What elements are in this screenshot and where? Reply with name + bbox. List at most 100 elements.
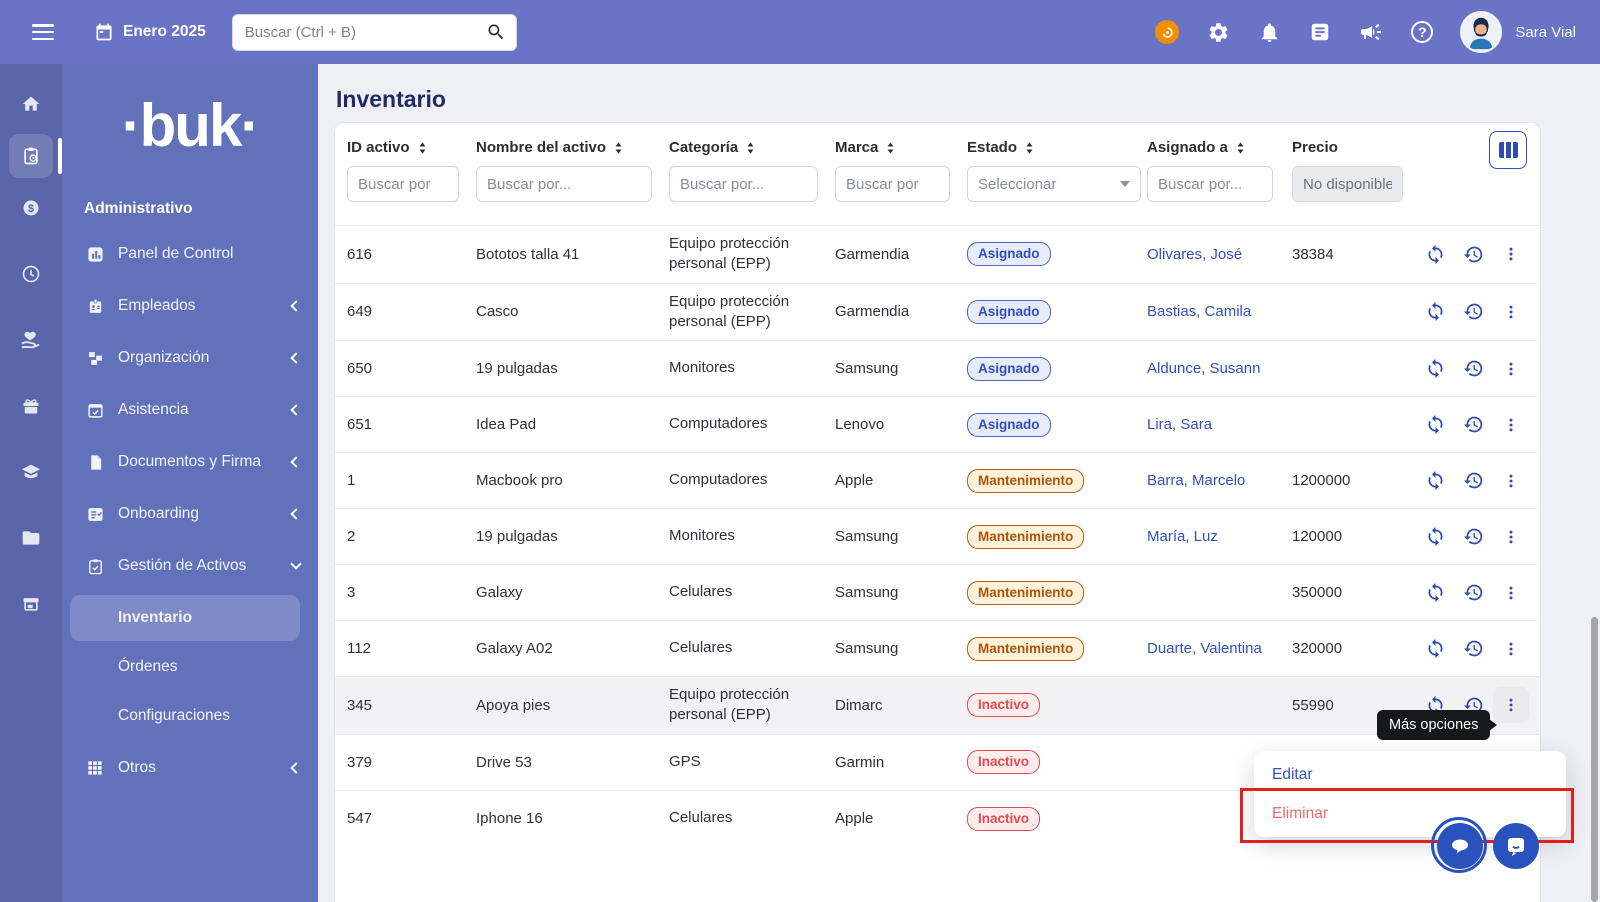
chevron-left-icon xyxy=(290,508,302,520)
chevron-left-icon xyxy=(290,300,302,312)
sync-icon[interactable] xyxy=(1424,582,1446,604)
sync-icon[interactable] xyxy=(1424,638,1446,660)
search-input[interactable] xyxy=(231,13,517,51)
more-options-kebab-icon[interactable] xyxy=(1500,470,1522,492)
files-folder-icon[interactable] xyxy=(9,516,53,560)
gifts-icon[interactable] xyxy=(9,384,53,428)
date-label: Enero 2025 xyxy=(123,23,206,40)
news-icon[interactable] xyxy=(1307,19,1333,45)
filter-asignado-input[interactable] xyxy=(1147,166,1273,202)
cell-brand: Samsung xyxy=(835,584,899,601)
table-row: 616 Bototos talla 41 Equipo protección p… xyxy=(335,226,1540,284)
sidebar-item-documentos-y-firma[interactable]: Documentos y Firma xyxy=(62,436,318,488)
sync-icon[interactable] xyxy=(1424,358,1446,380)
cell-brand: Samsung xyxy=(835,360,899,377)
sync-icon[interactable] xyxy=(1424,526,1446,548)
benefits-icon[interactable] xyxy=(9,318,53,362)
assigned-link[interactable]: Bastias, Camila xyxy=(1147,303,1251,320)
time-icon[interactable] xyxy=(9,252,53,296)
cell-brand: Samsung xyxy=(835,528,899,545)
assigned-link[interactable]: Duarte, Valentina xyxy=(1147,640,1262,657)
sidebar-item-otros[interactable]: Otros xyxy=(62,742,318,794)
cell-assigned: Aldunce, Susann xyxy=(1147,352,1292,385)
cell-id: 650 xyxy=(347,360,373,377)
user-avatar[interactable] xyxy=(1460,11,1503,53)
filter-categoria-input[interactable] xyxy=(669,166,818,202)
column-header-asignado-a[interactable]: Asignado a xyxy=(1147,139,1292,156)
cell-assigned: Barra, Marcelo xyxy=(1147,464,1292,497)
more-options-kebab-icon[interactable] xyxy=(1500,582,1522,604)
table-row: 649 Casco Equipo protección personal (EP… xyxy=(335,284,1540,341)
history-icon[interactable] xyxy=(1462,470,1484,492)
assigned-link[interactable]: Barra, Marcelo xyxy=(1147,472,1245,489)
announcements-megaphone-icon[interactable] xyxy=(1358,19,1384,45)
assistant-icon[interactable] xyxy=(1154,19,1180,45)
column-header-categoria[interactable]: Categoría xyxy=(669,139,835,156)
more-options-kebab-icon[interactable] xyxy=(1493,687,1529,724)
period-selector[interactable]: Enero 2025 xyxy=(94,22,206,42)
filter-marca-input[interactable] xyxy=(835,166,950,202)
more-options-kebab-icon[interactable] xyxy=(1500,638,1522,660)
history-icon[interactable] xyxy=(1462,414,1484,436)
status-badge: Asignado xyxy=(967,299,1051,324)
training-icon[interactable] xyxy=(9,450,53,494)
history-icon[interactable] xyxy=(1462,526,1484,548)
assigned-link[interactable]: María, Luz xyxy=(1147,528,1218,545)
more-options-kebab-icon[interactable] xyxy=(1500,414,1522,436)
history-icon[interactable] xyxy=(1462,638,1484,660)
assigned-link[interactable]: Olivares, José xyxy=(1147,246,1242,263)
more-options-kebab-icon[interactable] xyxy=(1500,243,1522,265)
chat-bubble-button[interactable] xyxy=(1437,823,1483,869)
help-chat-button[interactable] xyxy=(1493,823,1539,869)
search-icon[interactable] xyxy=(486,22,506,42)
column-header-marca[interactable]: Marca xyxy=(835,139,967,156)
help-icon[interactable]: ? xyxy=(1409,19,1435,45)
column-header-estado[interactable]: Estado xyxy=(967,139,1147,156)
sidebar-item-onboarding[interactable]: Onboarding xyxy=(62,488,318,540)
assigned-link[interactable]: Aldunce, Susann xyxy=(1147,360,1260,377)
column-settings-button[interactable] xyxy=(1489,131,1527,169)
hamburger-menu-icon[interactable] xyxy=(32,24,54,40)
sidebar-item-organizacion[interactable]: Organización xyxy=(62,332,318,384)
history-icon[interactable] xyxy=(1462,358,1484,380)
sidebar-item-empleados[interactable]: Empleados xyxy=(62,280,318,332)
context-menu-item-editar[interactable]: Editar xyxy=(1254,755,1566,794)
sidebar-subitem-ordenes[interactable]: Órdenes xyxy=(70,644,300,690)
payroll-icon[interactable]: $ xyxy=(9,186,53,230)
history-icon[interactable] xyxy=(1462,301,1484,323)
assigned-link[interactable]: Lira, Sara xyxy=(1147,416,1212,433)
history-icon[interactable] xyxy=(1462,243,1484,265)
vertical-scrollbar[interactable] xyxy=(1591,617,1598,902)
cell-assigned: María, Luz xyxy=(1147,520,1292,553)
history-icon[interactable] xyxy=(1462,582,1484,604)
home-icon[interactable] xyxy=(9,82,53,126)
cell-status: Inactivo xyxy=(967,799,1147,839)
filter-nombre-input[interactable] xyxy=(476,166,652,202)
sync-icon[interactable] xyxy=(1424,301,1446,323)
notifications-bell-icon[interactable] xyxy=(1256,19,1282,45)
column-header-nombre-del-activo[interactable]: Nombre del activo xyxy=(476,139,669,156)
settings-gear-icon[interactable] xyxy=(1205,19,1231,45)
sync-icon[interactable] xyxy=(1424,243,1446,265)
assets-icon[interactable] xyxy=(9,134,62,178)
sidebar-item-panel-de-control[interactable]: Panel de Control xyxy=(62,228,318,280)
sidebar-subitem-inventario[interactable]: Inventario xyxy=(70,595,300,641)
sync-icon[interactable] xyxy=(1424,470,1446,492)
column-header-id-activo[interactable]: ID activo xyxy=(347,139,476,156)
sidebar-subitem-configuraciones[interactable]: Configuraciones xyxy=(70,693,300,739)
table-row: 2 19 pulgadas Monitores Samsung Mantenim… xyxy=(335,509,1540,565)
filter-id-activo-input[interactable] xyxy=(347,166,459,202)
more-options-kebab-icon[interactable] xyxy=(1500,358,1522,380)
cell-assigned xyxy=(1147,697,1292,713)
sync-icon[interactable] xyxy=(1424,414,1446,436)
status-badge: Inactivo xyxy=(967,750,1041,774)
more-options-kebab-icon[interactable] xyxy=(1500,526,1522,548)
table-row: 651 Idea Pad Computadores Lenovo Asignad… xyxy=(335,397,1540,453)
cell-status: Asignado xyxy=(967,234,1147,274)
filter-estado-select[interactable]: Seleccionar xyxy=(967,166,1141,202)
cell-category: Celulares xyxy=(669,639,733,657)
sidebar-item-asistencia[interactable]: Asistencia xyxy=(62,384,318,436)
sidebar-item-gestion-de-activos[interactable]: Gestión de Activos xyxy=(62,540,318,592)
more-options-kebab-icon[interactable] xyxy=(1500,301,1522,323)
reports-icon[interactable] xyxy=(9,582,53,626)
